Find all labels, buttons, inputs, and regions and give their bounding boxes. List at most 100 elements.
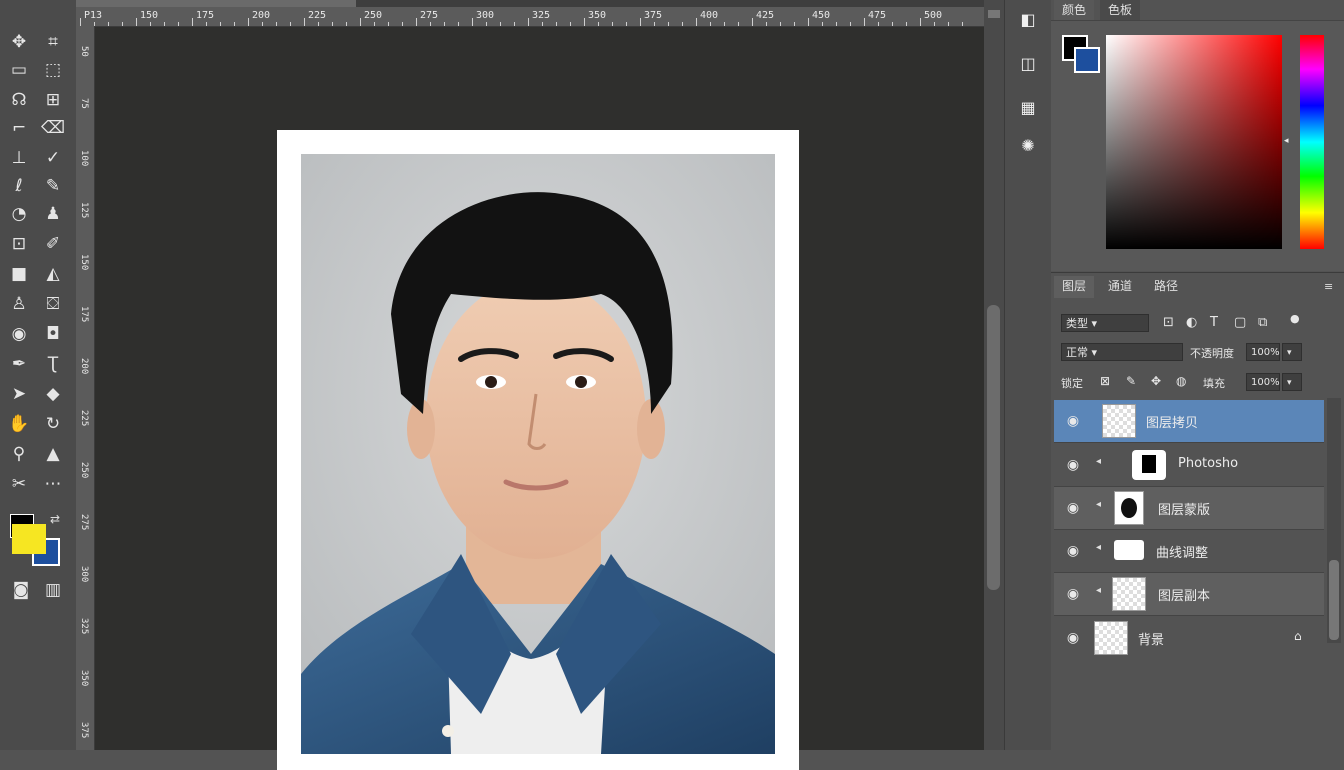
visibility-eye-icon[interactable]: ◉: [1064, 585, 1082, 603]
move-tool-icon[interactable]: ✥: [4, 30, 34, 54]
gradient-tool-icon[interactable]: ◭: [38, 262, 68, 286]
tab-channels[interactable]: 通道: [1100, 276, 1140, 298]
expand-chevron-icon[interactable]: ◂: [1096, 456, 1101, 467]
filter-toggle-icon[interactable]: ●: [1290, 312, 1300, 325]
history-brush-icon[interactable]: ✐: [38, 232, 68, 256]
crop-tool-icon[interactable]: ⌐: [4, 116, 34, 140]
quick-mask-icon[interactable]: ◙: [6, 578, 36, 602]
tab-color[interactable]: 颜色: [1054, 0, 1095, 22]
layer-name[interactable]: Photosho: [1178, 456, 1238, 471]
zoom-tool-icon[interactable]: ⚲: [4, 442, 34, 466]
count-tool-icon[interactable]: ✂: [4, 472, 34, 496]
expand-chevron-icon[interactable]: ◂: [1096, 542, 1101, 553]
tab-paths[interactable]: 路径: [1146, 276, 1186, 298]
color-picker-field[interactable]: [1106, 35, 1282, 249]
scroll-up-icon[interactable]: [988, 10, 1000, 18]
layers-scrollbar-thumb[interactable]: [1329, 560, 1339, 640]
lock-artboard-icon[interactable]: ◍: [1176, 374, 1186, 388]
canvas-scrollbar-thumb[interactable]: [987, 305, 1000, 590]
ruler-label: 250: [364, 10, 383, 21]
expand-chevron-icon[interactable]: ◂: [1096, 585, 1101, 596]
lock-pixels-icon[interactable]: ⊠: [1100, 374, 1110, 388]
layer-row[interactable]: ◉ 背景 ⌂: [1054, 617, 1324, 661]
ruler-tick: [878, 22, 879, 26]
lasso-alt-icon[interactable]: ℓ: [4, 174, 34, 198]
edit-toolbar-icon[interactable]: ⋯: [38, 472, 68, 496]
layer-filter-select[interactable]: 类型 ▾: [1061, 314, 1149, 332]
screen-mode-icon[interactable]: ▥: [38, 578, 68, 602]
artboard-tool-icon[interactable]: ⌗: [38, 30, 68, 54]
ruler-tick: [500, 22, 501, 26]
rotate-view-icon[interactable]: ↻: [38, 412, 68, 436]
hue-slider[interactable]: [1300, 35, 1324, 249]
portrait-image[interactable]: [301, 154, 775, 754]
ruler-tool-icon[interactable]: ⊥: [4, 146, 34, 170]
color-panel-background[interactable]: [1074, 47, 1100, 73]
note-tool-icon[interactable]: ▲: [38, 442, 68, 466]
slice-tool-icon[interactable]: ⊞: [38, 88, 68, 112]
lasso-tool-icon[interactable]: ☊: [4, 88, 34, 112]
ruler-label: 175: [79, 306, 89, 323]
expand-chevron-icon[interactable]: ◂: [1096, 499, 1101, 510]
ruler-tick: [612, 22, 613, 26]
layer-name[interactable]: 图层副本: [1158, 585, 1210, 604]
active-color-swatch[interactable]: [12, 524, 46, 554]
visibility-eye-icon[interactable]: ◉: [1064, 629, 1082, 647]
brush-settings-icon[interactable]: ✺: [1012, 130, 1044, 160]
layer-name[interactable]: 图层拷贝: [1146, 412, 1198, 431]
filter-smart-icon[interactable]: ⧉: [1258, 315, 1267, 330]
type-tool-icon[interactable]: Ʈ: [38, 352, 68, 376]
filter-shape-icon[interactable]: ▢: [1234, 315, 1246, 330]
path-select-icon[interactable]: ➤: [4, 382, 34, 406]
panel-dock: ◧ ◫ ▦ ✺: [1004, 0, 1052, 750]
brush-alt-icon[interactable]: ✎: [38, 174, 68, 198]
eraser-tool-icon[interactable]: ⌫: [38, 116, 68, 140]
visibility-eye-icon[interactable]: ◉: [1064, 456, 1082, 474]
filter-adjust-icon[interactable]: ◐: [1186, 315, 1197, 330]
swap-colors-icon[interactable]: ⇄: [50, 512, 60, 526]
lock-image-icon[interactable]: ✎: [1126, 374, 1136, 388]
history-panel-icon[interactable]: ◧: [1012, 4, 1044, 34]
layer-row[interactable]: ◉ 图层拷贝: [1054, 400, 1324, 443]
eyedropper-tool-icon[interactable]: ♙: [4, 292, 34, 316]
fill-input[interactable]: 100%: [1246, 373, 1280, 391]
hand-tool-icon[interactable]: ✋: [4, 412, 34, 436]
quick-select-icon[interactable]: ◔: [4, 202, 34, 226]
layer-name[interactable]: 曲线调整: [1156, 542, 1208, 561]
marquee-tool-icon[interactable]: ▭: [4, 58, 34, 82]
lock-position-icon[interactable]: ✥: [1151, 374, 1161, 388]
layer-row[interactable]: ◉ ◂ 图层蒙版: [1054, 487, 1324, 530]
layer-row[interactable]: ◉ ◂ 曲线调整: [1054, 530, 1324, 573]
dodge-tool-icon[interactable]: ◘: [38, 322, 68, 346]
layer-row[interactable]: ◉ ◂ Photosho: [1054, 444, 1324, 487]
ruler-tick: [262, 22, 263, 26]
frame-tool-icon[interactable]: ⊡: [4, 232, 34, 256]
layer-name[interactable]: 图层蒙版: [1158, 499, 1210, 518]
tab-layers[interactable]: 图层: [1054, 276, 1095, 298]
filter-type-icon[interactable]: T: [1210, 315, 1218, 330]
visibility-eye-icon[interactable]: ◉: [1064, 542, 1082, 560]
visibility-eye-icon[interactable]: ◉: [1064, 499, 1082, 517]
adjustments-panel-icon[interactable]: ▦: [1012, 92, 1044, 122]
properties-panel-icon[interactable]: ◫: [1012, 48, 1044, 78]
filter-pixel-icon[interactable]: ⊡: [1163, 315, 1174, 330]
tab-swatches[interactable]: 色板: [1100, 0, 1141, 22]
layer-name[interactable]: 背景: [1138, 629, 1164, 648]
fill-dropdown-icon[interactable]: ▾: [1282, 373, 1302, 391]
pen-tool-icon[interactable]: ✒: [4, 352, 34, 376]
layer-row[interactable]: ◉ ◂ 图层副本: [1054, 573, 1324, 616]
opacity-label: 不透明度: [1190, 347, 1234, 360]
paint-bucket-icon[interactable]: ⛋: [38, 292, 68, 316]
stamp-tool-icon[interactable]: ♟: [38, 202, 68, 226]
shape-tool-icon[interactable]: ◆: [38, 382, 68, 406]
rect-marquee-icon[interactable]: ⬚: [38, 58, 68, 82]
opacity-input[interactable]: 100%: [1246, 343, 1280, 361]
opacity-dropdown-icon[interactable]: ▾: [1282, 343, 1302, 361]
brush-tool-icon[interactable]: ✓: [38, 146, 68, 170]
ruler-label: 425: [756, 10, 775, 21]
panel-menu-icon[interactable]: ≡: [1324, 280, 1333, 293]
blend-mode-select[interactable]: 正常 ▾: [1061, 343, 1183, 361]
heal-tool-icon[interactable]: ■: [4, 262, 34, 286]
blur-tool-icon[interactable]: ◉: [4, 322, 34, 346]
visibility-eye-icon[interactable]: ◉: [1064, 412, 1082, 430]
